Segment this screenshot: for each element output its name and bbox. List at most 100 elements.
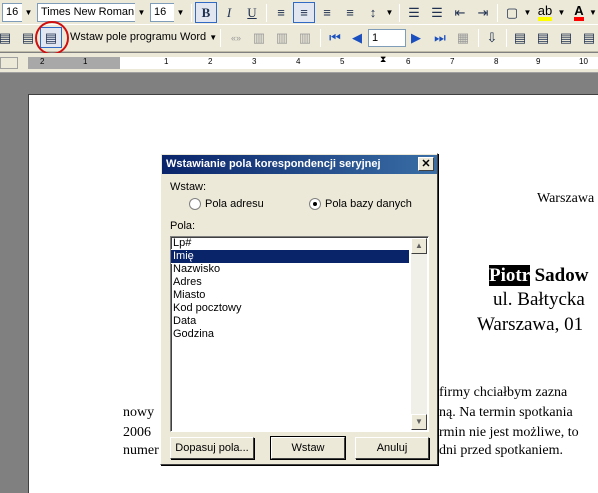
ruler-number: 7 <box>450 57 455 66</box>
body-line-2-left: nowy <box>123 405 155 420</box>
list-item[interactable]: Lp# <box>171 237 409 250</box>
list-item[interactable]: Miasto <box>171 289 409 302</box>
match-fields-button[interactable]: Dopasuj pola... <box>170 437 254 459</box>
bold-button[interactable]: B <box>195 2 217 23</box>
vertical-scrollbar[interactable]: ▲ ▼ <box>411 238 427 430</box>
list-item[interactable]: Godzina <box>171 328 409 341</box>
increase-indent-icon[interactable]: ⇥ <box>472 2 494 23</box>
numbered-list-icon[interactable]: ☰ <box>403 2 425 23</box>
first-record-icon[interactable]: ⏮ <box>324 27 346 48</box>
ruler-number: 1 <box>83 57 88 66</box>
hanging-indent-marker-icon[interactable]: ⧗ <box>380 54 386 65</box>
radio-address-label[interactable]: Pola adresu <box>205 198 264 210</box>
recipient-surname: Sadow <box>529 265 589 286</box>
recipient-city: Warszawa, 01 <box>477 314 584 335</box>
insert-label: Wstaw: <box>170 181 207 193</box>
toolbar-separator <box>191 4 192 22</box>
justify-icon[interactable]: ≡ <box>339 2 361 23</box>
scroll-up-icon[interactable]: ▲ <box>411 238 427 254</box>
body-line-1: firmy chciałbym zazna <box>439 385 568 400</box>
ruler-number: 4 <box>296 57 301 66</box>
check-errors-icon[interactable]: ▥ <box>294 27 316 48</box>
italic-button[interactable]: I <box>218 2 240 23</box>
align-left-icon[interactable]: ≡ <box>270 2 292 23</box>
match-fields-icon[interactable]: ▥ <box>271 27 293 48</box>
list-item[interactable]: Adres <box>171 276 409 289</box>
radio-database-fields[interactable] <box>309 198 321 210</box>
align-center-icon[interactable]: ≡ <box>293 2 315 23</box>
toolbar-separator <box>220 29 221 47</box>
body-line-2-right: ną. Na termin spotkania <box>439 405 573 420</box>
toolbar-separator <box>320 29 321 47</box>
ruler-number: 9 <box>536 57 541 66</box>
align-right-icon[interactable]: ≡ <box>316 2 338 23</box>
chevron-down-icon[interactable]: ▼ <box>555 3 568 22</box>
merge-to-printer-icon[interactable]: ▤ <box>509 27 531 48</box>
scroll-down-icon[interactable]: ▼ <box>411 414 427 430</box>
dialog-title: Wstawianie pola korespondencji seryjnej <box>166 158 381 170</box>
bulleted-list-icon[interactable]: ☰ <box>426 2 448 23</box>
chevron-down-icon[interactable]: ▼ <box>383 3 396 22</box>
mail-merge-icon[interactable]: ▤ <box>578 27 598 48</box>
dialog-title-bar[interactable]: Wstawianie pola korespondencji seryjnej … <box>162 155 437 174</box>
ruler-number: 2 <box>208 57 213 66</box>
insert-button[interactable]: Wstaw <box>270 436 346 460</box>
list-item[interactable]: Imię <box>171 249 410 264</box>
fields-label: Pola: <box>170 220 196 232</box>
merge-to-new-document-icon[interactable]: ⇩ <box>481 27 503 48</box>
font-size-combo[interactable]: 16 <box>150 3 176 22</box>
body-line-3-left: 2006 <box>123 425 151 440</box>
toolbar-separator <box>506 29 507 47</box>
city-date-text: Warszawa <box>537 191 595 206</box>
close-icon[interactable]: ✕ <box>418 157 434 171</box>
fields-listbox[interactable]: Lp# Imię Nazwisko Adres Miasto Kod poczt… <box>170 236 429 432</box>
radio-address-fields[interactable] <box>189 198 201 210</box>
toolbar-separator <box>399 4 400 22</box>
ruler-tab-selector[interactable] <box>0 57 18 69</box>
list-item[interactable]: Nazwisko <box>171 263 409 276</box>
chevron-down-icon[interactable]: ▼ <box>135 3 148 22</box>
chevron-down-icon[interactable]: ▼ <box>588 3 598 22</box>
formatting-toolbar: 16 ▼ Times New Roman ▼ 16 ▼ B I U ≡ ≡ ≡ … <box>0 0 598 25</box>
previous-record-icon[interactable]: ◀ <box>346 27 368 48</box>
annotation-circle <box>35 21 69 55</box>
record-number-input[interactable]: 1 <box>368 29 406 47</box>
chevron-down-icon[interactable]: ▼ <box>521 3 534 22</box>
highlight-fields-icon[interactable]: ▥ <box>248 27 270 48</box>
chevron-down-icon[interactable]: ▼ <box>174 3 187 22</box>
main-document-icon[interactable]: ▤ <box>0 27 16 48</box>
horizontal-ruler[interactable]: 2 1 1 2 3 4 5 6 7 8 9 10 ⧗ <box>0 53 598 73</box>
insert-word-field-button[interactable]: Wstaw pole programu Word ▼ <box>70 31 217 43</box>
font-color-icon[interactable]: A <box>568 2 590 23</box>
find-entry-icon[interactable]: ▦ <box>452 27 474 48</box>
recipient-name: Piotr Sadow <box>489 265 588 287</box>
chevron-down-icon: ▼ <box>209 33 218 42</box>
highlight-icon[interactable]: ab <box>534 2 556 23</box>
list-item[interactable]: Data <box>171 315 409 328</box>
view-merged-data-icon[interactable]: «» <box>225 27 247 48</box>
cancel-button[interactable]: Anuluj <box>355 437 429 459</box>
next-record-icon[interactable]: ▶ <box>405 27 427 48</box>
ruler-number: 6 <box>406 57 411 66</box>
line-spacing-icon[interactable]: ↕ <box>362 2 384 23</box>
body-line-3-right: rmin nie jest możliwe, to <box>439 425 579 440</box>
ruler-number: 10 <box>579 57 588 66</box>
decrease-indent-icon[interactable]: ⇤ <box>449 2 471 23</box>
underline-button[interactable]: U <box>241 2 263 23</box>
chevron-down-icon[interactable]: ▼ <box>22 3 35 22</box>
ruler-text-area <box>120 57 598 69</box>
toolbar-separator <box>497 4 498 22</box>
body-line-4-left: numer <box>123 443 159 458</box>
style-combo[interactable]: 16 <box>2 3 24 22</box>
mail-merge-toolbar: ▤ ▤ ▤ Wstaw pole programu Word ▼ «» ▥ ▥ … <box>0 25 598 52</box>
insert-word-field-label: Wstaw pole programu Word <box>70 31 207 43</box>
border-icon[interactable]: ▢ <box>501 2 523 23</box>
font-combo[interactable]: Times New Roman <box>37 3 137 22</box>
merge-to-email-icon[interactable]: ▤ <box>532 27 554 48</box>
last-record-icon[interactable]: ⏭ <box>429 27 451 48</box>
body-line-4-right: dni przed spotkaniem. <box>439 443 564 458</box>
list-item[interactable]: Kod pocztowy <box>171 302 409 315</box>
merge-to-fax-icon[interactable]: ▤ <box>555 27 577 48</box>
radio-database-label[interactable]: Pola bazy danych <box>325 198 412 210</box>
merge-field-name: Piotr <box>489 265 530 286</box>
